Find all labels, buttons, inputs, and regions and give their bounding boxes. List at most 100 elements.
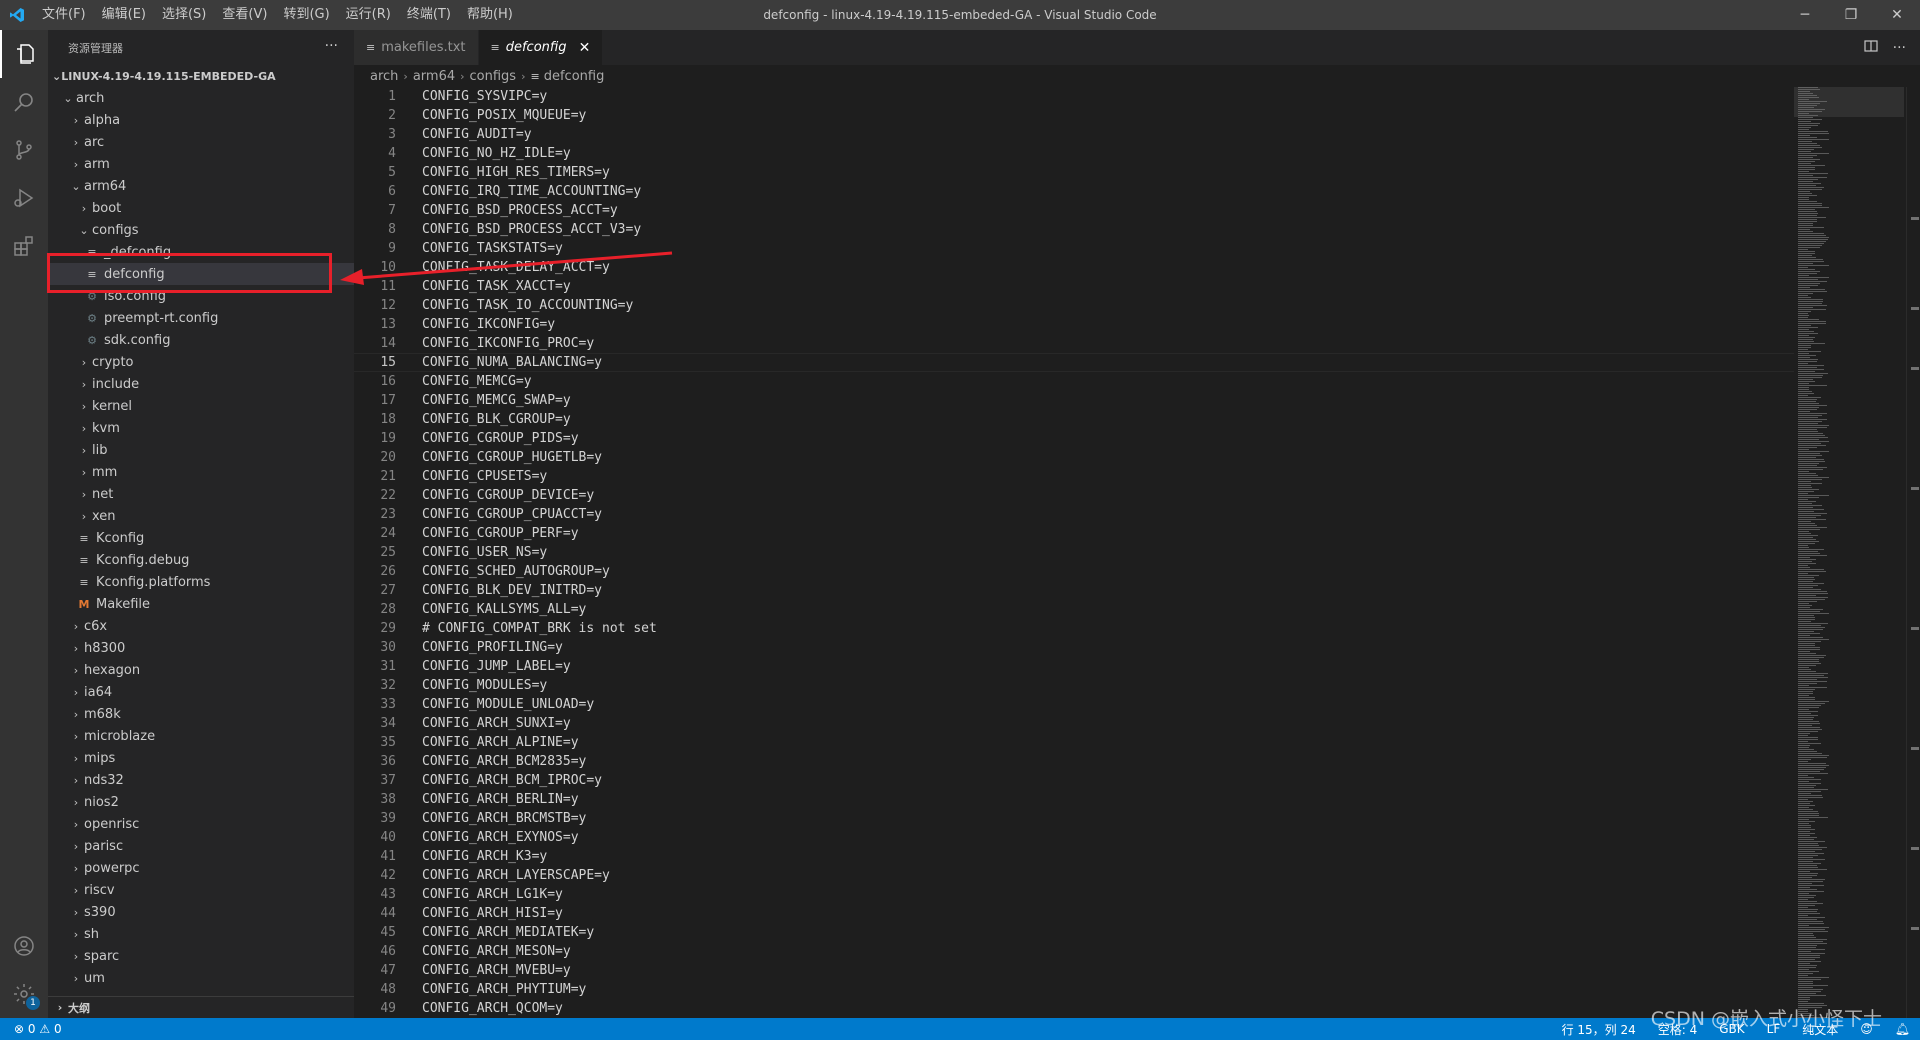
tree-folder[interactable]: ⌄ configs bbox=[48, 219, 354, 241]
code-line[interactable]: 24 CONFIG_CGROUP_PERF=y bbox=[354, 524, 1794, 543]
tree-folder[interactable]: › h8300 bbox=[48, 637, 354, 659]
code-line[interactable]: 48 CONFIG_ARCH_PHYTIUM=y bbox=[354, 980, 1794, 999]
code-line[interactable]: 21 CONFIG_CPUSETS=y bbox=[354, 467, 1794, 486]
code-line[interactable]: 4 CONFIG_NO_HZ_IDLE=y bbox=[354, 144, 1794, 163]
code-line[interactable]: 47 CONFIG_ARCH_MVEBU=y bbox=[354, 961, 1794, 980]
code-line[interactable]: 26 CONFIG_SCHED_AUTOGROUP=y bbox=[354, 562, 1794, 581]
more-actions-icon[interactable]: ··· bbox=[1893, 40, 1906, 56]
code-line[interactable]: 33 CONFIG_MODULE_UNLOAD=y bbox=[354, 695, 1794, 714]
menu-item[interactable]: 文件(F) bbox=[34, 0, 94, 30]
vertical-scrollbar[interactable] bbox=[1906, 87, 1920, 1018]
code-line[interactable]: 17 CONFIG_MEMCG_SWAP=y bbox=[354, 391, 1794, 410]
tree-folder[interactable]: › powerpc bbox=[48, 857, 354, 879]
settings-gear-icon[interactable]: 1 bbox=[0, 970, 48, 1018]
code-line[interactable]: 36 CONFIG_ARCH_BCM2835=y bbox=[354, 752, 1794, 771]
tree-folder[interactable]: › hexagon bbox=[48, 659, 354, 681]
code-line[interactable]: 44 CONFIG_ARCH_HISI=y bbox=[354, 904, 1794, 923]
menu-item[interactable]: 选择(S) bbox=[154, 0, 214, 30]
tree-folder[interactable]: › boot bbox=[48, 197, 354, 219]
code-line[interactable]: 49 CONFIG_ARCH_QCOM=y bbox=[354, 999, 1794, 1018]
code-line[interactable]: 6 CONFIG_IRQ_TIME_ACCOUNTING=y bbox=[354, 182, 1794, 201]
code-line[interactable]: 30 CONFIG_PROFILING=y bbox=[354, 638, 1794, 657]
code-line[interactable]: 43 CONFIG_ARCH_LG1K=y bbox=[354, 885, 1794, 904]
tree-folder[interactable]: › microblaze bbox=[48, 725, 354, 747]
menu-item[interactable]: 转到(G) bbox=[275, 0, 337, 30]
tree-file[interactable]: M Makefile bbox=[48, 593, 354, 615]
breadcrumb-item[interactable]: arm64 bbox=[413, 69, 455, 84]
notifications-bell-icon[interactable]: 🔔︎ bbox=[1895, 1022, 1910, 1036]
search-icon[interactable] bbox=[0, 78, 48, 126]
code-editor[interactable]: 1 CONFIG_SYSVIPC=y 2 CONFIG_POSIX_MQUEUE=y 3… bbox=[354, 87, 1794, 1018]
code-line[interactable]: 16 CONFIG_MEMCG=y bbox=[354, 372, 1794, 391]
code-line[interactable]: 1 CONFIG_SYSVIPC=y bbox=[354, 87, 1794, 106]
tree-folder[interactable]: › kernel bbox=[48, 395, 354, 417]
tree-folder[interactable]: › m68k bbox=[48, 703, 354, 725]
tree-folder[interactable]: › um bbox=[48, 967, 354, 989]
tree-file[interactable]: ⚙ preempt-rt.config bbox=[48, 307, 354, 329]
tree-folder[interactable]: › sh bbox=[48, 923, 354, 945]
tree-folder[interactable]: › openrisc bbox=[48, 813, 354, 835]
code-line[interactable]: 29 # CONFIG_COMPAT_BRK is not set bbox=[354, 619, 1794, 638]
extensions-icon[interactable] bbox=[0, 222, 48, 270]
code-line[interactable]: 42 CONFIG_ARCH_LAYERSCAPE=y bbox=[354, 866, 1794, 885]
close-window-button[interactable]: ✕ bbox=[1874, 0, 1920, 30]
code-line[interactable]: 34 CONFIG_ARCH_SUNXI=y bbox=[354, 714, 1794, 733]
more-actions-icon[interactable]: ··· bbox=[325, 38, 338, 54]
minimize-button[interactable]: ─ bbox=[1782, 0, 1828, 30]
tree-file[interactable]: ⚙ sdk.config bbox=[48, 329, 354, 351]
code-line[interactable]: 35 CONFIG_ARCH_ALPINE=y bbox=[354, 733, 1794, 752]
code-line[interactable]: 27 CONFIG_BLK_DEV_INITRD=y bbox=[354, 581, 1794, 600]
menu-item[interactable]: 终端(T) bbox=[399, 0, 459, 30]
tree-folder[interactable]: › xen bbox=[48, 505, 354, 527]
code-line[interactable]: 8 CONFIG_BSD_PROCESS_ACCT_V3=y bbox=[354, 220, 1794, 239]
tree-folder[interactable]: › s390 bbox=[48, 901, 354, 923]
tab-defconfig[interactable]: ≡ defconfig ✕ bbox=[478, 30, 604, 65]
tree-file[interactable]: ≡ Kconfig.debug bbox=[48, 549, 354, 571]
tree-folder[interactable]: › arm bbox=[48, 153, 354, 175]
code-line[interactable]: 39 CONFIG_ARCH_BRCMSTB=y bbox=[354, 809, 1794, 828]
tab-close-button[interactable]: ✕ bbox=[579, 40, 591, 56]
code-line[interactable]: 23 CONFIG_CGROUP_CPUACCT=y bbox=[354, 505, 1794, 524]
breadcrumb-item[interactable]: defconfig bbox=[544, 69, 605, 84]
tree-folder[interactable]: › kvm bbox=[48, 417, 354, 439]
minimap[interactable] bbox=[1794, 87, 1904, 1018]
code-line[interactable]: 15 CONFIG_NUMA_BALANCING=y bbox=[354, 353, 1794, 372]
code-line[interactable]: 22 CONFIG_CGROUP_DEVICE=y bbox=[354, 486, 1794, 505]
code-line[interactable]: 18 CONFIG_BLK_CGROUP=y bbox=[354, 410, 1794, 429]
tree-folder[interactable]: ⌄ arm64 bbox=[48, 175, 354, 197]
tree-folder[interactable]: ⌄ arch bbox=[48, 87, 354, 109]
tree-folder[interactable]: › parisc bbox=[48, 835, 354, 857]
tree-folder[interactable]: › include bbox=[48, 373, 354, 395]
workspace-root[interactable]: ⌄ LINUX-4.19-4.19.115-EMBEDED-GA bbox=[48, 65, 354, 87]
tree-folder[interactable]: › arc bbox=[48, 131, 354, 153]
code-line[interactable]: 2 CONFIG_POSIX_MQUEUE=y bbox=[354, 106, 1794, 125]
code-line[interactable]: 31 CONFIG_JUMP_LABEL=y bbox=[354, 657, 1794, 676]
menu-item[interactable]: 编辑(E) bbox=[94, 0, 154, 30]
tree-folder[interactable]: › net bbox=[48, 483, 354, 505]
code-line[interactable]: 12 CONFIG_TASK_IO_ACCOUNTING=y bbox=[354, 296, 1794, 315]
tree-folder[interactable]: › sparc bbox=[48, 945, 354, 967]
tree-file[interactable]: ≡ Kconfig.platforms bbox=[48, 571, 354, 593]
code-line[interactable]: 19 CONFIG_CGROUP_PIDS=y bbox=[354, 429, 1794, 448]
tree-folder[interactable]: › alpha bbox=[48, 109, 354, 131]
code-line[interactable]: 5 CONFIG_HIGH_RES_TIMERS=y bbox=[354, 163, 1794, 182]
code-line[interactable]: 46 CONFIG_ARCH_MESON=y bbox=[354, 942, 1794, 961]
split-editor-icon[interactable] bbox=[1863, 38, 1879, 58]
code-line[interactable]: 37 CONFIG_ARCH_BCM_IPROC=y bbox=[354, 771, 1794, 790]
tree-folder[interactable]: › ia64 bbox=[48, 681, 354, 703]
code-line[interactable]: 28 CONFIG_KALLSYMS_ALL=y bbox=[354, 600, 1794, 619]
source-control-icon[interactable] bbox=[0, 126, 48, 174]
tree-file[interactable]: ≡ Kconfig bbox=[48, 527, 354, 549]
code-line[interactable]: 7 CONFIG_BSD_PROCESS_ACCT=y bbox=[354, 201, 1794, 220]
code-line[interactable]: 25 CONFIG_USER_NS=y bbox=[354, 543, 1794, 562]
tree-folder[interactable]: › mm bbox=[48, 461, 354, 483]
code-line[interactable]: 41 CONFIG_ARCH_K3=y bbox=[354, 847, 1794, 866]
code-line[interactable]: 14 CONFIG_IKCONFIG_PROC=y bbox=[354, 334, 1794, 353]
tab-makefiles-txt[interactable]: ≡ makefiles.txt bbox=[354, 30, 479, 65]
breadcrumb-item[interactable]: configs bbox=[470, 69, 517, 84]
outline-section[interactable]: › 大纲 bbox=[48, 996, 354, 1018]
tree-folder[interactable]: › riscv bbox=[48, 879, 354, 901]
run-debug-icon[interactable] bbox=[0, 174, 48, 222]
tree-folder[interactable]: › mips bbox=[48, 747, 354, 769]
tree-folder[interactable]: › nios2 bbox=[48, 791, 354, 813]
